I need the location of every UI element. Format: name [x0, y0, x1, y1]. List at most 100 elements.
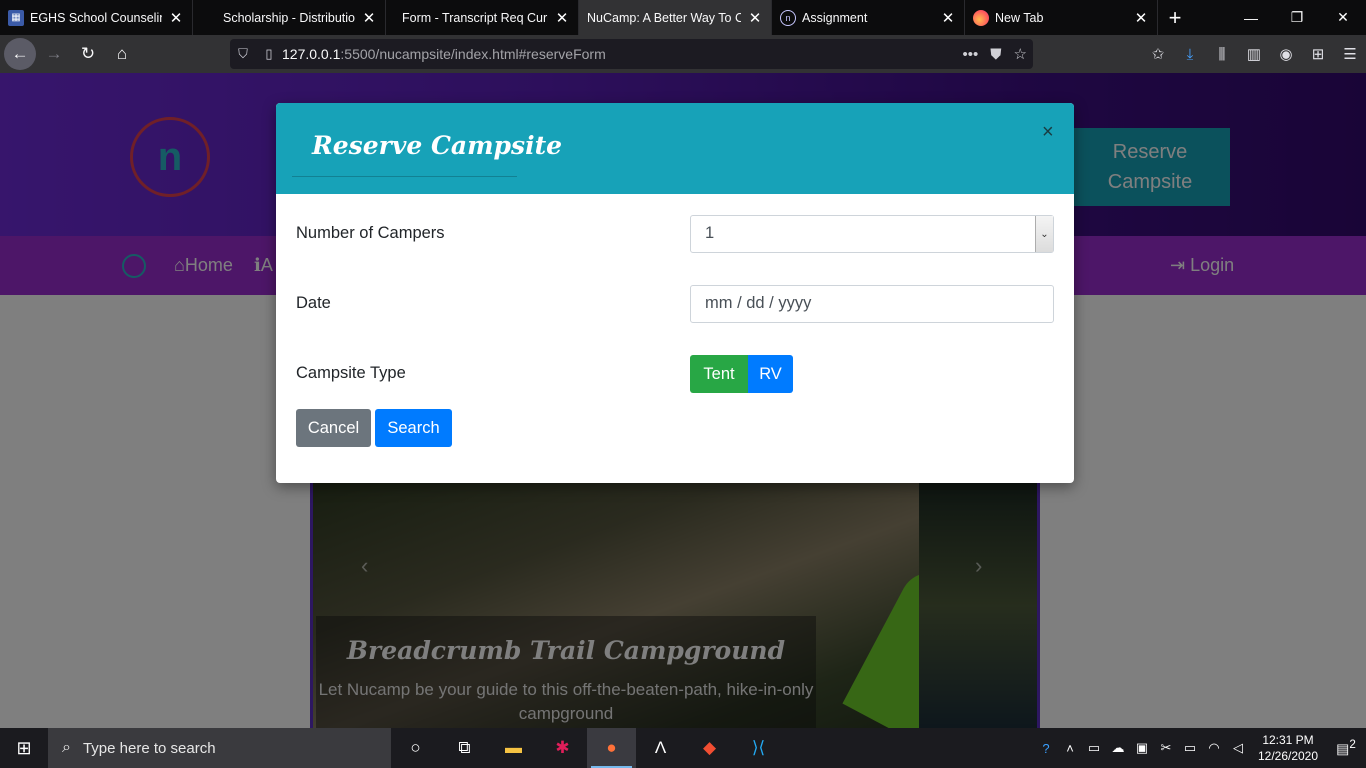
browser-tools: ✩ ⤓ ⫼ ▥ ◉ ⊞ ☰ [1142, 35, 1366, 73]
notification-icon: ▤ [1336, 740, 1350, 757]
snip-icon[interactable]: ✂ [1154, 740, 1178, 756]
url-path: :5500/nucampsite/index.html#reserveForm [340, 46, 606, 62]
bookmark-star-icon[interactable]: ☆ [1014, 45, 1027, 63]
home-button[interactable]: ⌂ [106, 38, 138, 70]
cancel-button[interactable]: Cancel [296, 409, 371, 447]
tab-scholarship[interactable]: Scholarship - Distribution ✕ [193, 0, 386, 35]
pocket-icon[interactable]: ⛊ [990, 46, 1001, 63]
chevron-down-icon: ⌄ [1035, 216, 1053, 252]
file-explorer-icon[interactable]: ▬ [489, 728, 538, 768]
campsite-type-toggle: Tent RV [690, 355, 793, 393]
close-icon[interactable]: ✕ [168, 9, 184, 27]
more-actions-icon[interactable]: ••• [963, 46, 979, 63]
calendar-icon: ▦ [8, 9, 24, 26]
extensions-icon[interactable]: ⊞ [1302, 45, 1334, 63]
tab-title: New Tab [995, 10, 1044, 25]
reload-button[interactable]: ↻ [72, 38, 104, 70]
campsite-type-label: Campsite Type [296, 364, 406, 382]
campers-row: Number of Campers 1 ⌄ [296, 215, 1054, 253]
taskbar-search-box[interactable]: ⌕ Type here to search [48, 728, 391, 768]
restore-button[interactable]: ❐ [1274, 0, 1320, 35]
campers-value: 1 [705, 224, 715, 242]
tab-title: Assignment [802, 10, 868, 25]
nucamp-icon: n [780, 9, 796, 26]
account-icon[interactable]: ◉ [1270, 45, 1302, 63]
tab-assignment[interactable]: n Assignment ✕ [772, 0, 965, 35]
search-button[interactable]: Search [375, 409, 452, 447]
date-label: Date [296, 294, 331, 312]
url-actions: ••• ⛊ ☆ [963, 39, 1027, 69]
notification-count: 2 [1349, 738, 1356, 752]
chevron-up-icon[interactable]: ˄ [1058, 741, 1082, 756]
firefox-taskbar-icon[interactable]: ● [587, 728, 636, 768]
close-icon[interactable]: ✕ [940, 9, 956, 27]
firefox-icon [973, 9, 989, 26]
modal-title: Reserve Campsite [312, 131, 563, 160]
tab-new-tab[interactable]: New Tab ✕ [965, 0, 1158, 35]
window-controls: — ❐ ✕ [1228, 0, 1366, 35]
modal-close-button[interactable]: × [1042, 121, 1054, 144]
browser-tab-strip: ▦ EGHS School Counseling ✕ Scholarship -… [0, 0, 1366, 35]
page-info-icon[interactable]: ▯ [256, 46, 282, 62]
windows-start-button[interactable]: ⊞ [0, 728, 48, 768]
browser-toolbar: ← → ↻ ⌂ ⛉ ▯ 127.0.0.1:5500/nucampsite/in… [0, 35, 1366, 73]
help-icon[interactable]: ? [1034, 741, 1058, 756]
cortana-icon[interactable]: ○ [391, 728, 440, 768]
blank-page-icon [394, 10, 396, 26]
shield-icon[interactable]: ⛉ [230, 46, 256, 62]
tab-title: Scholarship - Distribution [223, 10, 355, 25]
campers-select[interactable]: 1 ⌄ [690, 215, 1054, 253]
battery-icon[interactable]: ▭ [1178, 740, 1202, 756]
minimize-button[interactable]: — [1228, 0, 1274, 35]
forward-button[interactable]: → [38, 38, 70, 70]
bookmarks-star-icon[interactable]: ✩ [1142, 45, 1174, 63]
close-window-button[interactable]: ✕ [1320, 0, 1366, 35]
git-icon[interactable]: ◆ [685, 728, 734, 768]
reserve-modal: Reserve Campsite × Number of Campers 1 ⌄… [276, 103, 1074, 483]
wifi-icon[interactable]: ◠ [1202, 740, 1226, 756]
taskbar-search-placeholder: Type here to search [82, 739, 216, 757]
url-host: 127.0.0.1 [282, 46, 341, 62]
onedrive-icon[interactable]: ☁ [1106, 740, 1130, 756]
reload-icon: ↻ [80, 44, 96, 63]
task-view-icon[interactable]: ⧉ [440, 728, 489, 768]
slack-icon[interactable]: ✱ [538, 728, 587, 768]
home-icon: ⌂ [116, 44, 128, 63]
page-viewport: n Reserve Campsite ⌂Home ℹA ⇥ Login Brea… [0, 73, 1366, 728]
tab-title: Form - Transcript Req Current [402, 10, 548, 25]
windows-logo-icon: ⊞ [16, 737, 32, 758]
close-icon[interactable]: ✕ [747, 9, 763, 27]
library-icon[interactable]: ⫼ [1206, 46, 1238, 63]
system-clock[interactable]: 12:31 PM 12/26/2020 [1250, 732, 1326, 764]
tab-title: NuCamp: A Better Way To Camp [587, 10, 741, 25]
notification-center-button[interactable]: ▤2 [1326, 738, 1366, 758]
tent-button[interactable]: Tent [690, 355, 748, 393]
date-row: Date mm / dd / yyyy [296, 285, 1054, 323]
tab-nucamp[interactable]: NuCamp: A Better Way To Camp ✕ [579, 0, 772, 35]
new-tab-button[interactable]: + [1158, 0, 1192, 35]
modal-header: Reserve Campsite × [276, 103, 1074, 194]
nucamp-app-icon[interactable]: Λ [636, 728, 685, 768]
tab-transcript-form[interactable]: Form - Transcript Req Current ✕ [386, 0, 579, 35]
search-icon: ⌕ [62, 739, 71, 756]
clock-date: 12/26/2020 [1257, 749, 1319, 763]
close-icon[interactable]: ✕ [554, 9, 570, 27]
blank-page-icon [201, 10, 217, 26]
date-input[interactable]: mm / dd / yyyy [690, 285, 1054, 323]
url-bar[interactable]: ⛉ ▯ 127.0.0.1:5500/nucampsite/index.html… [230, 39, 1033, 69]
app-tray-icon[interactable]: ▣ [1130, 740, 1154, 756]
system-tray: ? ˄ ▭ ☁ ▣ ✂ ▭ ◠ ◁ 12:31 PM 12/26/2020 ▤2 [1034, 728, 1366, 768]
close-icon[interactable]: ✕ [1133, 9, 1149, 27]
meet-now-icon[interactable]: ▭ [1082, 740, 1106, 756]
back-button[interactable]: ← [4, 38, 36, 70]
close-icon[interactable]: ✕ [361, 9, 377, 27]
download-icon[interactable]: ⤓ [1174, 46, 1206, 63]
arrow-right-icon: → [45, 44, 63, 63]
clock-time: 12:31 PM [1262, 733, 1314, 747]
volume-icon[interactable]: ◁ [1226, 740, 1250, 756]
vscode-icon[interactable]: ⟩⟨ [734, 728, 783, 768]
rv-button[interactable]: RV [748, 355, 793, 393]
menu-icon[interactable]: ☰ [1334, 45, 1366, 63]
sidebar-icon[interactable]: ▥ [1238, 45, 1270, 63]
tab-eghs-counseling[interactable]: ▦ EGHS School Counseling ✕ [0, 0, 193, 35]
